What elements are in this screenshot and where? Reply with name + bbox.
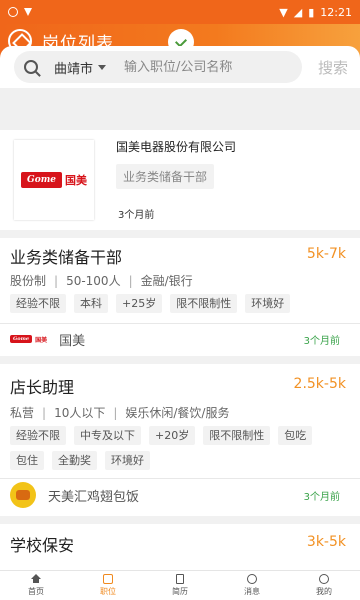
- company-type: 私营: [10, 406, 35, 420]
- download-icon: [24, 8, 32, 16]
- company-logo: Gome 国美: [14, 140, 94, 220]
- app-notification-icon: [8, 7, 18, 17]
- company-job-tag[interactable]: 业务类储备干部: [116, 164, 215, 189]
- posted-time: 3个月前: [118, 210, 155, 221]
- nav-label: 首页: [28, 587, 44, 596]
- search-bar: 曲靖市 搜索: [0, 46, 360, 88]
- nav-profile[interactable]: 我的: [288, 571, 360, 600]
- job-tag: 经验不限: [10, 294, 66, 313]
- profile-icon: [319, 574, 329, 584]
- battery-icon: ▮: [308, 5, 315, 19]
- company-logo: [10, 482, 36, 508]
- job-tag: 本科: [74, 294, 108, 313]
- search-box[interactable]: 曲靖市: [14, 51, 302, 83]
- job-tag: 包吃: [278, 426, 313, 445]
- home-icon: [31, 574, 41, 583]
- company-name: 国美: [59, 333, 86, 349]
- bottom-nav: 首页 职位 简历 消息 我的: [0, 570, 360, 600]
- job-tag: 全勤奖: [52, 451, 97, 470]
- job-meta: 私营 | 10人以下 | 娱乐休闲/餐饮/服务: [10, 405, 230, 421]
- job-tag: 环境好: [105, 451, 150, 470]
- job-tags: 经验不限 本科 +25岁 限不限制性 环境好: [10, 294, 330, 319]
- search-input[interactable]: [124, 59, 265, 75]
- chevron-down-icon[interactable]: [98, 64, 107, 70]
- message-icon: [247, 574, 257, 584]
- nav-label: 职位: [100, 587, 116, 596]
- job-meta: 股份制 | 50-100人 | 金融/银行: [10, 273, 193, 289]
- separator: [0, 356, 360, 364]
- job-tags: 经验不限 中专及以下 +20岁 限不限制性 包吃 包住 全勤奖 环境好: [10, 426, 330, 476]
- nav-home[interactable]: 首页: [0, 571, 72, 600]
- nav-label: 简历: [172, 587, 188, 596]
- logo-text-en: Gome: [21, 172, 62, 188]
- company-industry: 娱乐休闲/餐饮/服务: [125, 406, 230, 420]
- company-size: 50-100人: [66, 274, 121, 288]
- city-selector[interactable]: 曲靖市: [54, 58, 93, 77]
- job-tag: 中专及以下: [74, 426, 141, 445]
- posted-time: 3个月前: [303, 335, 340, 347]
- nav-jobs[interactable]: 职位: [72, 571, 144, 600]
- status-bar: ▼ ◢ ▮ 12:21: [0, 0, 360, 24]
- company-type: 股份制: [10, 274, 47, 288]
- posted-time: 3个月前: [303, 491, 340, 503]
- nav-messages[interactable]: 消息: [216, 571, 288, 600]
- job-tag: 限不限制性: [203, 426, 271, 445]
- job-title: 店长助理: [10, 378, 75, 397]
- search-button[interactable]: 搜索: [318, 57, 348, 78]
- job-title: 学校保安: [10, 536, 75, 555]
- job-icon: [103, 574, 113, 584]
- job-tag: 限不限制性: [170, 294, 238, 313]
- job-salary: 3k-5k: [306, 534, 346, 550]
- company-industry: 金融/银行: [140, 274, 193, 288]
- job-title: 业务类储备干部: [10, 248, 123, 267]
- job-card[interactable]: 业务类储备干部 5k-7k 股份制 | 50-100人 | 金融/银行 经验不限 本…: [0, 238, 360, 356]
- job-card-footer: Gome 国美 国美 3个月前: [0, 324, 360, 354]
- job-card-footer: 天美汇鸡翅包饭 3个月前: [0, 479, 360, 511]
- banner-area: [0, 88, 360, 130]
- company-logo: Gome 国美: [10, 335, 47, 344]
- company-name: 天美汇鸡翅包饭: [48, 489, 140, 505]
- job-tag: 经验不限: [10, 426, 66, 445]
- job-card[interactable]: 学校保安 3k-5k: [0, 524, 360, 570]
- separator: [0, 516, 360, 524]
- company-size: 10人以下: [54, 406, 106, 420]
- job-tag: 环境好: [245, 294, 291, 313]
- job-tag: 包住: [10, 451, 44, 470]
- job-tag: +25岁: [116, 294, 163, 313]
- logo-text-cn: 国美: [64, 174, 87, 187]
- nav-resume[interactable]: 简历: [144, 571, 216, 600]
- signal-icon: ◢: [293, 5, 303, 19]
- nav-label: 消息: [244, 587, 260, 596]
- job-tag: +20岁: [149, 426, 196, 445]
- resume-icon: [176, 574, 184, 584]
- job-card[interactable]: 店长助理 2.5k-5k 私营 | 10人以下 | 娱乐休闲/餐饮/服务 经验不限 …: [0, 364, 360, 516]
- job-salary: 2.5k-5k: [293, 376, 346, 392]
- status-time: 12:21: [320, 5, 352, 19]
- company-name: 国美电器股份有限公司: [116, 140, 237, 154]
- separator: [0, 230, 360, 238]
- wifi-icon: ▼: [279, 5, 288, 19]
- search-icon: [24, 60, 38, 74]
- job-salary: 5k-7k: [306, 246, 346, 262]
- company-card[interactable]: Gome 国美 国美电器股份有限公司 业务类储备干部 3个月前: [0, 130, 360, 230]
- nav-label: 我的: [316, 587, 332, 596]
